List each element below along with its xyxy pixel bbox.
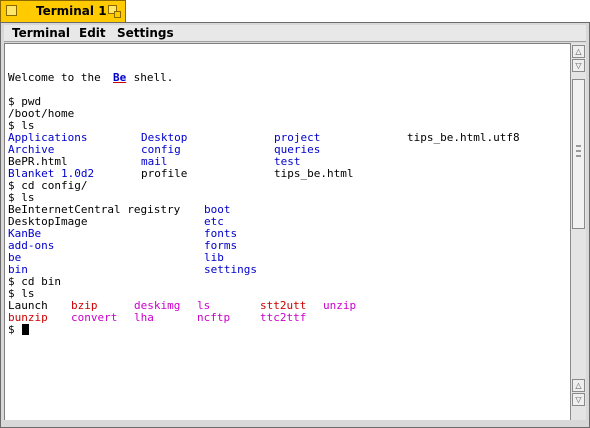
menubar: Terminal Edit Settings: [4, 25, 586, 42]
zoom-icon[interactable]: [108, 5, 121, 18]
text-cursor: [20, 324, 29, 336]
terminal-token: Be: [113, 71, 127, 84]
terminal-token: Welcome to the: [8, 71, 108, 84]
terminal-token: lha: [134, 311, 154, 324]
terminal-token: profile: [141, 167, 188, 180]
arrow-up-icon[interactable]: △: [572, 379, 585, 392]
close-icon[interactable]: [6, 5, 17, 16]
menu-terminal[interactable]: Terminal: [12, 26, 70, 40]
vertical-scrollbar[interactable]: △ ▽ △ ▽: [570, 43, 586, 420]
terminal-token: ncftp: [197, 311, 231, 324]
scroll-thumb[interactable]: [572, 79, 585, 229]
arrow-up-icon[interactable]: △: [572, 45, 585, 58]
terminal-token: settings: [204, 263, 257, 276]
window-tab[interactable]: Terminal 1: [0, 0, 126, 22]
menu-settings[interactable]: Settings: [117, 26, 174, 40]
arrow-down-icon[interactable]: ▽: [572, 59, 585, 72]
window-title: Terminal 1: [36, 4, 107, 18]
menu-edit[interactable]: Edit: [79, 26, 106, 40]
terminal-token: tips_be.html: [274, 167, 354, 180]
terminal-token: convert: [71, 311, 118, 324]
terminal-token: unzip: [323, 299, 357, 312]
terminal-token: ttc2ttf: [260, 311, 307, 324]
terminal-token: shell.: [127, 71, 174, 84]
arrow-down-icon[interactable]: ▽: [572, 393, 585, 406]
terminal-token: tips_be.html.utf8: [407, 131, 520, 144]
terminal-output[interactable]: Welcome to the Be shell. $ pwd/boot/home $…: [4, 43, 570, 420]
